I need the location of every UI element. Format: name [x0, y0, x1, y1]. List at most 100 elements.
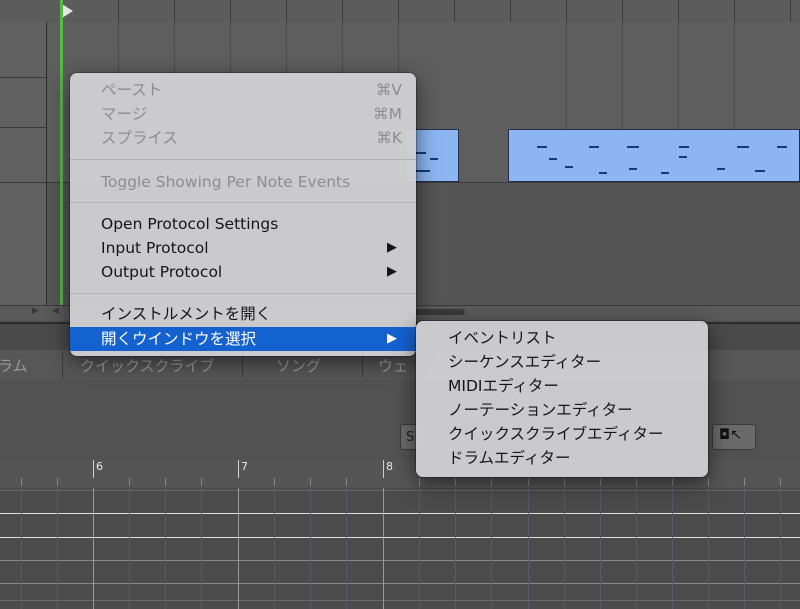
- menu-item-label: ペースト: [101, 81, 163, 99]
- midi-note: [565, 166, 573, 168]
- ruler-tick: [564, 478, 565, 486]
- track-header-row[interactable]: [0, 127, 46, 183]
- grid-column: [310, 488, 311, 609]
- menu-item-label: スプライス: [101, 129, 179, 147]
- ruler-bar-line: [93, 460, 94, 478]
- menu-item-select-window-to-open[interactable]: 開くウインドウを選択 ▶: [70, 327, 416, 351]
- ruler-tick: [672, 478, 673, 486]
- grid-column: [528, 488, 529, 609]
- tab-wave[interactable]: ウェ: [378, 355, 408, 376]
- ruler-number: 6: [96, 460, 103, 473]
- grid-column: [21, 488, 22, 609]
- grid-column: [708, 488, 709, 609]
- grid-line: [0, 537, 800, 538]
- midi-note: [661, 172, 669, 174]
- midi-note: [549, 158, 557, 160]
- context-menu: ペースト ⌘V マージ ⌘M スプライス ⌘K Toggle Showing P…: [70, 73, 416, 356]
- timeline-tick: [678, 0, 679, 22]
- grid-column: [165, 488, 166, 609]
- timeline-tick: [622, 0, 623, 22]
- ruler-tick: [455, 478, 456, 486]
- menu-item-splice[interactable]: スプライス ⌘K: [70, 126, 416, 150]
- playhead-line[interactable]: [60, 0, 63, 318]
- grid-column: [744, 488, 745, 609]
- menu-item-label: マージ: [101, 105, 148, 123]
- ruler-tick: [491, 478, 492, 486]
- track-header-column[interactable]: [0, 22, 47, 312]
- ruler-tick: [419, 478, 420, 486]
- ruler-tick: [708, 478, 709, 486]
- submenu-arrow-icon: ▶: [387, 331, 397, 346]
- playhead-marker-icon[interactable]: [62, 4, 73, 18]
- pointer-tool-icon[interactable]: ◘↖: [719, 427, 742, 443]
- window-submenu: イベントリスト シーケンスエディター MIDIエディター ノーテーションエディタ…: [416, 321, 708, 477]
- timeline-tick: [398, 0, 399, 22]
- menu-item-label: インストルメントを開く: [101, 305, 272, 323]
- track-header-row[interactable]: [0, 22, 46, 78]
- timeline-tick: [174, 0, 175, 22]
- menu-item-paste[interactable]: ペースト ⌘V: [70, 78, 416, 102]
- tab-quickscribe[interactable]: クイックスクライブ: [80, 355, 215, 376]
- ruler-tick: [528, 478, 529, 486]
- ruler-tick: [274, 478, 275, 486]
- midi-note: [430, 158, 438, 160]
- submenu-arrow-icon: ▶: [387, 240, 397, 255]
- ruler-bar-line: [383, 460, 384, 478]
- grid-column: [419, 488, 420, 609]
- timeline-ruler[interactable]: [0, 0, 800, 23]
- timeline-tick: [734, 0, 735, 22]
- midi-note: [629, 168, 637, 170]
- grid-column: [274, 488, 275, 609]
- tab-divider: [62, 352, 63, 378]
- midi-note: [717, 168, 725, 170]
- submenu-item-notation-editor[interactable]: ノーテーションエディター: [416, 398, 708, 422]
- ruler-tick: [165, 478, 166, 486]
- timeline-tick: [510, 0, 511, 22]
- menu-item-merge[interactable]: マージ ⌘M: [70, 102, 416, 126]
- submenu-item-sequence-editor[interactable]: シーケンスエディター: [416, 350, 708, 374]
- grid-column: [238, 488, 239, 609]
- grid-column: [129, 488, 130, 609]
- midi-note: [777, 146, 787, 148]
- menu-item-label: Open Protocol Settings: [101, 215, 279, 233]
- grid-line: [0, 600, 800, 601]
- scroll-right-arrow-icon[interactable]: ▶: [32, 306, 39, 316]
- track-header-row[interactable]: [0, 77, 46, 128]
- ruler-number: 8: [386, 460, 393, 473]
- submenu-item-quickscribe-editor[interactable]: クイックスクライブエディター: [416, 422, 708, 446]
- menu-separator: [70, 293, 416, 294]
- grid-column: [383, 488, 384, 609]
- submenu-item-event-list[interactable]: イベントリスト: [416, 326, 708, 350]
- timeline-tick: [790, 0, 791, 22]
- tab-drum[interactable]: ラム: [0, 355, 28, 376]
- grid-column: [93, 488, 94, 609]
- midi-note: [416, 152, 426, 154]
- tab-song[interactable]: ソング: [276, 355, 321, 376]
- grid-column: [636, 488, 637, 609]
- submenu-arrow-icon: ▶: [387, 264, 397, 279]
- grid-column: [600, 488, 601, 609]
- grid-column: [455, 488, 456, 609]
- midi-note: [589, 146, 599, 148]
- timeline-tick: [230, 0, 231, 22]
- ruler-tick: [310, 478, 311, 486]
- submenu-item-drum-editor[interactable]: ドラムエディター: [416, 446, 708, 470]
- grid-line: [0, 490, 800, 491]
- drum-editor-grid[interactable]: [0, 488, 800, 609]
- menu-item-label: Toggle Showing Per Note Events: [101, 173, 351, 191]
- menu-item-label: Input Protocol: [101, 239, 209, 257]
- menu-item-toggle-per-note-events[interactable]: Toggle Showing Per Note Events: [70, 170, 416, 194]
- midi-note: [737, 146, 749, 148]
- ruler-tick: [21, 478, 22, 486]
- scroll-left-arrow-icon[interactable]: ◀: [52, 306, 59, 316]
- timeline-tick: [286, 0, 287, 22]
- midi-note: [416, 170, 430, 172]
- ruler-bar-line: [238, 460, 239, 478]
- submenu-item-midi-editor[interactable]: MIDIエディター: [416, 374, 708, 398]
- menu-item-input-protocol[interactable]: Input Protocol ▶: [70, 236, 416, 260]
- menu-item-open-protocol-settings[interactable]: Open Protocol Settings: [70, 212, 416, 236]
- midi-region[interactable]: [508, 129, 800, 182]
- menu-item-output-protocol[interactable]: Output Protocol ▶: [70, 260, 416, 284]
- ruler-tick: [744, 478, 745, 486]
- menu-item-open-instrument[interactable]: インストルメントを開く: [70, 302, 416, 326]
